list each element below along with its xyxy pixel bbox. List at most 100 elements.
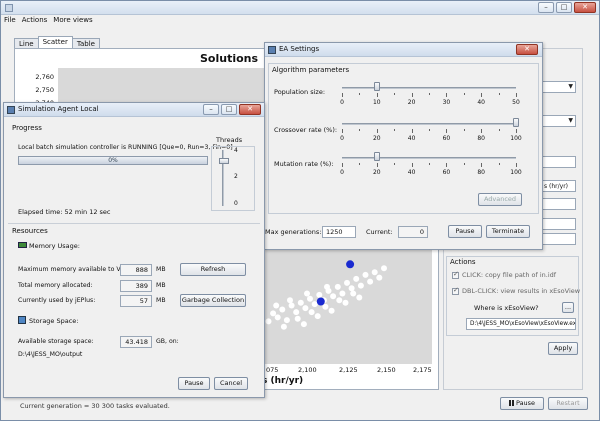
right-field-1[interactable] xyxy=(540,156,576,168)
mutation-slider-track[interactable] xyxy=(342,157,516,159)
scatter-point[interactable] xyxy=(344,279,350,286)
scatter-point[interactable] xyxy=(336,297,343,304)
scatter-point[interactable] xyxy=(308,309,315,316)
scatter-point[interactable] xyxy=(274,314,281,321)
scatter-point[interactable] xyxy=(283,317,290,324)
scatter-point[interactable] xyxy=(334,283,341,290)
population-slider-track[interactable] xyxy=(342,87,516,89)
max-memory-unit: MB xyxy=(156,266,166,273)
right-partial-text: s (hr/yr) xyxy=(544,183,569,190)
crossover-slider-track[interactable] xyxy=(342,123,516,125)
x-axis-label: s (hr/yr) xyxy=(262,376,304,386)
crossover-label: Crossover rate (%): xyxy=(274,126,338,134)
population-slider-thumb[interactable] xyxy=(373,82,380,91)
scatter-point[interactable] xyxy=(300,321,307,328)
agent-cancel-button[interactable]: Cancel xyxy=(214,377,248,390)
advanced-button[interactable]: Advanced xyxy=(478,193,522,206)
right-field-3[interactable] xyxy=(540,198,576,210)
refresh-button[interactable]: Refresh xyxy=(180,263,246,276)
window-icon xyxy=(268,46,276,54)
apply-button[interactable]: Apply xyxy=(548,342,578,355)
right-field-4[interactable] xyxy=(540,218,576,230)
scatter-point[interactable] xyxy=(357,282,364,289)
ea-close-icon[interactable]: ✕ xyxy=(516,44,538,55)
scatter-point[interactable] xyxy=(293,309,300,316)
scatter-point[interactable] xyxy=(314,313,321,320)
scatter-point[interactable] xyxy=(316,297,325,306)
slider-tick-label: 60 xyxy=(442,135,451,142)
scatter-point[interactable] xyxy=(265,318,272,325)
max-generations-field[interactable]: 1250 xyxy=(322,226,356,238)
scatter-point[interactable] xyxy=(342,299,349,306)
scatter-point[interactable] xyxy=(348,285,355,292)
slider-tick xyxy=(411,129,413,133)
scatter-point[interactable] xyxy=(311,301,318,308)
storage-icon xyxy=(18,316,26,324)
main-pause-button[interactable]: Pause xyxy=(500,397,544,410)
scatter-point[interactable] xyxy=(339,290,346,297)
scatter-point[interactable] xyxy=(279,306,286,313)
scatter-point[interactable] xyxy=(302,305,309,312)
slider-tick xyxy=(446,163,448,167)
ea-pause-button[interactable]: Pause xyxy=(448,225,482,238)
algorithm-parameters-title: Algorithm parameters xyxy=(272,66,350,74)
scatter-point[interactable] xyxy=(371,269,378,276)
threads-slider-box xyxy=(211,146,255,211)
scatter-point[interactable] xyxy=(316,291,323,298)
garbage-collection-button[interactable]: Garbage Collection xyxy=(180,294,246,307)
scatter-point[interactable] xyxy=(328,307,335,314)
agent-close-icon[interactable]: ✕ xyxy=(239,104,261,115)
scatter-point[interactable] xyxy=(273,302,280,309)
restart-button[interactable]: Restart xyxy=(548,397,588,410)
browse-button[interactable]: ... xyxy=(562,302,574,313)
scatter-point[interactable] xyxy=(330,293,337,300)
scatter-point[interactable] xyxy=(346,260,355,269)
scatter-point[interactable] xyxy=(288,302,295,309)
scatter-point[interactable] xyxy=(280,323,287,330)
scatter-point[interactable] xyxy=(362,271,369,278)
scatter-point[interactable] xyxy=(353,275,360,282)
threads-tick-label: 0 xyxy=(234,200,238,207)
mutation-slider-thumb[interactable] xyxy=(373,152,380,161)
used-memory-unit: MB xyxy=(156,297,166,304)
scatter-point[interactable] xyxy=(287,297,293,304)
crossover-slider-thumb[interactable] xyxy=(513,118,519,127)
status-text: Current generation = 30 300 tasks evalua… xyxy=(20,402,170,410)
x-tick-label: 075 xyxy=(266,366,279,374)
scatter-point[interactable] xyxy=(350,290,357,297)
x-tick-label: 2,150 xyxy=(377,366,396,374)
threads-slider-thumb[interactable] xyxy=(219,158,229,164)
scatter-point[interactable] xyxy=(294,315,301,322)
action-checkbox-1[interactable] xyxy=(452,270,459,279)
x-tick-label: 2,100 xyxy=(298,366,317,374)
right-dropdown-2[interactable] xyxy=(540,115,576,127)
xesoview-label: Where is xEsoView? xyxy=(474,304,539,312)
agent-maximize-icon[interactable]: □ xyxy=(221,104,237,115)
terminate-button[interactable]: Terminate xyxy=(486,225,530,238)
slider-tick-label: 40 xyxy=(407,169,416,176)
scatter-point[interactable] xyxy=(307,295,313,302)
scatter-point[interactable] xyxy=(304,290,310,297)
slider-tick-label: 0 xyxy=(340,99,344,106)
agent-minimize-icon[interactable]: – xyxy=(203,104,219,115)
available-storage-label: Available storage space: xyxy=(18,338,94,345)
used-memory-label: Currently used by jEPlus: xyxy=(18,297,96,304)
action-checkbox-2[interactable] xyxy=(452,286,459,295)
scatter-point[interactable] xyxy=(376,274,383,281)
right-field-5[interactable] xyxy=(540,233,576,245)
right-field-2[interactable]: s (hr/yr) xyxy=(540,180,576,192)
xesoview-path-field[interactable]: D:\4\JESS_MO\xEsoView\xEsoView.exe xyxy=(466,318,576,330)
scatter-point[interactable] xyxy=(324,283,330,290)
scatter-point[interactable] xyxy=(356,294,363,301)
scatter-point[interactable] xyxy=(381,265,387,272)
agent-pause-button[interactable]: Pause xyxy=(178,377,210,390)
slider-tick-label: 0 xyxy=(340,169,344,176)
right-dropdown-1[interactable] xyxy=(540,81,576,93)
slider-tick-label: 20 xyxy=(372,135,381,142)
slider-tick xyxy=(394,129,396,131)
memory-icon xyxy=(18,242,27,248)
scatter-point[interactable] xyxy=(367,278,374,285)
scatter-point[interactable] xyxy=(297,299,304,306)
scatter-point[interactable] xyxy=(270,310,277,317)
scatter-point[interactable] xyxy=(322,303,329,310)
